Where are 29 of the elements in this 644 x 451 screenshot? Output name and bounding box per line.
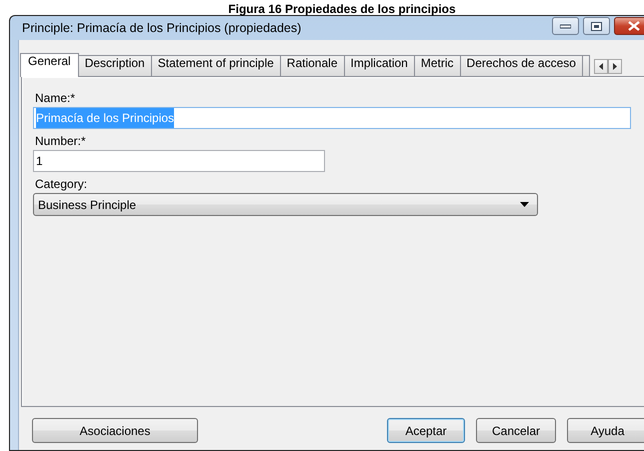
- tab[interactable]: Implication: [344, 55, 415, 76]
- dialog-button[interactable]: Aceptar: [387, 418, 465, 443]
- dropdown-arrow-icon: [520, 202, 529, 207]
- tab[interactable]: Rationale: [280, 55, 344, 76]
- field-label: Number:*: [35, 134, 86, 148]
- field-label: Category:: [35, 177, 88, 191]
- tab[interactable]: Description: [78, 55, 152, 76]
- figure-caption: Figura 16 Propiedades de los principios: [228, 2, 456, 17]
- dropdown[interactable]: Business Principle: [33, 193, 538, 216]
- left-arrow-icon: [598, 63, 603, 70]
- close-icon: [628, 21, 640, 31]
- right-arrow-icon: [612, 63, 617, 70]
- tab[interactable]: Statement of principle: [150, 55, 281, 76]
- minimize-icon: [560, 24, 571, 28]
- tab[interactable]: Derechos de acceso: [460, 55, 583, 76]
- close-button[interactable]: [614, 17, 644, 35]
- minimize-button[interactable]: [552, 17, 579, 35]
- field-label: Name:*: [35, 91, 76, 105]
- window-title: Principle: Primacía de los Principios (propiedades): [22, 21, 302, 35]
- maximize-button[interactable]: [583, 17, 610, 35]
- tab[interactable]: Metric: [414, 55, 461, 76]
- tab[interactable]: General: [20, 53, 79, 77]
- maximize-icon: [591, 22, 602, 30]
- scroll-left-button[interactable]: [594, 59, 608, 74]
- dialog-button[interactable]: Asociaciones: [32, 418, 198, 443]
- scroll-right-button[interactable]: [608, 59, 622, 74]
- dialog-button[interactable]: Cancelar: [476, 418, 556, 443]
- dialog-button[interactable]: Ayuda: [567, 418, 644, 443]
- text-field[interactable]: 1: [33, 150, 325, 172]
